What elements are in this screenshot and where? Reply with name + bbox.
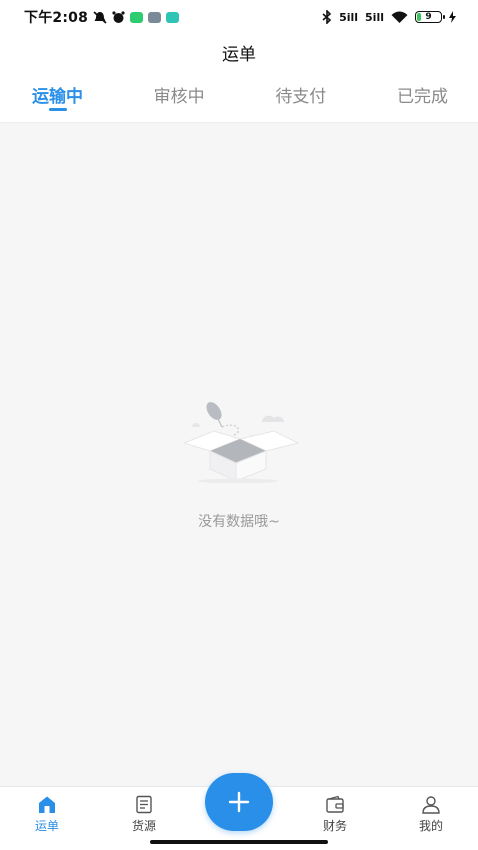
empty-state-message: 没有数据哦~ xyxy=(198,514,280,530)
user-icon xyxy=(422,796,440,814)
nav-item-waybill[interactable]: 运单 xyxy=(17,795,77,834)
waybill-list-area[interactable]: 没有数据哦~ xyxy=(0,122,478,786)
nav-item-mine[interactable]: 我的 xyxy=(401,795,461,834)
status-time: 下午2:08 xyxy=(24,10,89,26)
wallet-icon xyxy=(326,795,344,813)
charging-icon xyxy=(449,11,456,23)
status-bar: 下午2:08 5ill 5ill 9 xyxy=(0,0,478,34)
status-right: 5ill 5ill 9 xyxy=(322,10,456,24)
tab-label: 待支付 xyxy=(275,87,327,107)
nav-label: 我的 xyxy=(418,819,443,833)
nav-label: 财务 xyxy=(322,819,347,833)
tab-bar: 运输中 审核中 待支付 已完成 xyxy=(0,72,478,122)
page-title: 运单 xyxy=(222,44,256,65)
alarm-icon xyxy=(112,10,125,23)
bluetooth-icon xyxy=(322,10,332,24)
signal-1-icon: 5ill xyxy=(339,10,359,24)
empty-box-icon xyxy=(182,402,300,483)
nav-item-finance[interactable]: 财务 xyxy=(305,795,365,834)
battery-level: 9 xyxy=(425,12,432,22)
tab-pending-payment[interactable]: 待支付 xyxy=(275,72,326,122)
nav-label: 货源 xyxy=(131,819,156,833)
app-icon-cloud xyxy=(166,11,180,23)
app-icon-wechat xyxy=(130,11,144,23)
title-bar: 运单 xyxy=(0,34,478,70)
plus-icon xyxy=(228,791,250,813)
home-indicator[interactable] xyxy=(150,840,328,844)
tab-label: 审核中 xyxy=(153,87,205,107)
battery-icon: 9 xyxy=(415,11,445,23)
nav-label: 运单 xyxy=(34,819,59,833)
document-icon xyxy=(136,795,152,814)
notification-icons xyxy=(93,10,180,24)
tab-under-review[interactable]: 审核中 xyxy=(154,72,205,122)
tab-active-indicator xyxy=(48,108,67,111)
tab-label: 运输中 xyxy=(32,87,83,107)
mute-icon xyxy=(93,10,107,24)
app-icon-message xyxy=(148,11,162,23)
nav-item-cargo[interactable]: 货源 xyxy=(114,795,174,834)
tab-completed[interactable]: 已完成 xyxy=(397,72,448,122)
signal-2-icon: 5ill xyxy=(365,10,384,24)
tab-label: 已完成 xyxy=(396,87,448,107)
home-icon xyxy=(39,796,55,813)
add-waybill-button[interactable] xyxy=(205,773,273,831)
tab-in-transit[interactable]: 运输中 xyxy=(32,72,83,122)
wifi-icon xyxy=(391,11,408,23)
